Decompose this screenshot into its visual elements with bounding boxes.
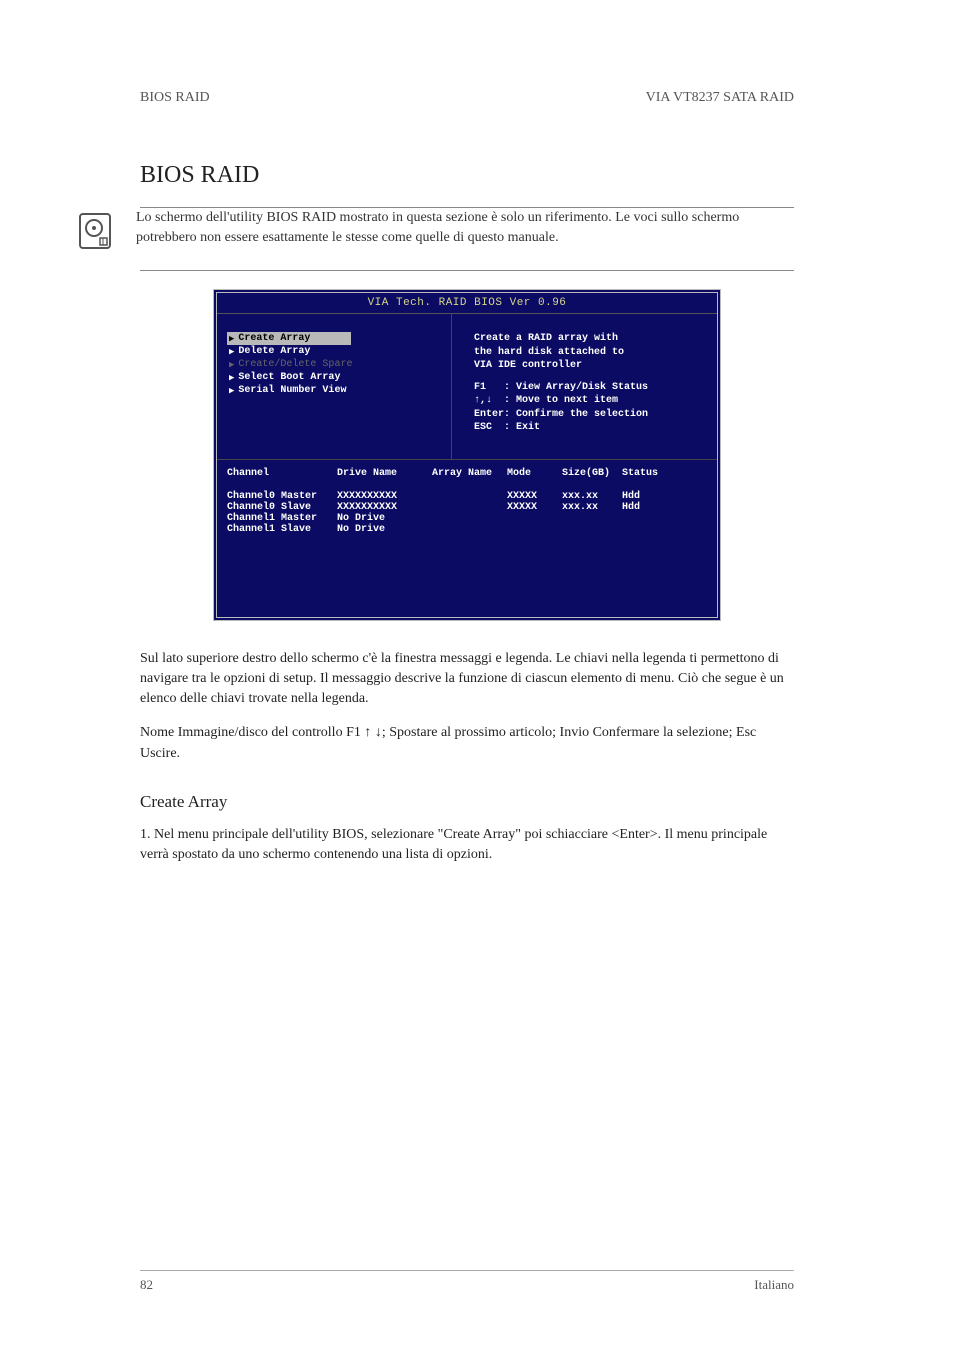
table-row: Channel0 Master XXXXXXXXXX XXXXX xxx.xx … [227, 491, 707, 502]
header-right: VIA VT8237 SATA RAID [646, 90, 794, 106]
table-row: Channel1 Slave No Drive [227, 524, 707, 535]
sub-heading: Create Array [140, 790, 794, 815]
menu-select-boot-array[interactable]: ▶Select Boot Array [227, 371, 441, 384]
footer-lang: Italiano [754, 1277, 794, 1293]
arrow-icon: ▶ [229, 373, 234, 383]
paragraph-2: Nome Immagine/disco del controllo F1 ↑ ↓… [140, 723, 794, 764]
table-row: Channel1 Master No Drive [227, 513, 707, 524]
arrow-icon: ▶ [229, 386, 234, 396]
note-text: Lo schermo dell'utility BIOS RAID mostra… [136, 208, 794, 247]
menu-serial-number-view[interactable]: ▶Serial Number View [227, 384, 441, 397]
arrow-icon: ▶ [229, 347, 234, 357]
footer-rule [140, 1270, 794, 1271]
page-number: 82 [140, 1277, 153, 1293]
bios-screenshot: VIA Tech. RAID BIOS Ver 0.96 ▶Create Arr… [213, 289, 721, 621]
arrow-icon: ▶ [229, 334, 234, 344]
note-rule-bottom [140, 270, 794, 271]
menu-create-array[interactable]: ▶Create Array [227, 332, 351, 345]
hard-disk-icon [70, 208, 118, 256]
bios-menu: ▶Create Array ▶Delete Array ▶Create/Dele… [217, 314, 452, 459]
table-row: Channel0 Slave XXXXXXXXXX XXXXX xxx.xx H… [227, 502, 707, 513]
menu-delete-array[interactable]: ▶Delete Array [227, 345, 441, 358]
header-left: BIOS RAID [140, 90, 210, 106]
paragraph-3: 1. Nel menu principale dell'utility BIOS… [140, 825, 794, 866]
bios-table: Channel Drive Name Array Name Mode Size(… [217, 459, 717, 617]
menu-create-delete-spare[interactable]: ▶Create/Delete Spare [227, 358, 441, 371]
arrow-icon: ▶ [229, 360, 234, 370]
table-header: Channel Drive Name Array Name Mode Size(… [227, 468, 707, 479]
bios-help: Create a RAID array with the hard disk a… [452, 314, 717, 459]
bios-title: VIA Tech. RAID BIOS Ver 0.96 [217, 293, 717, 313]
section-title: BIOS RAID [140, 162, 794, 189]
paragraph-1: Sul lato superiore destro dello schermo … [140, 649, 794, 710]
